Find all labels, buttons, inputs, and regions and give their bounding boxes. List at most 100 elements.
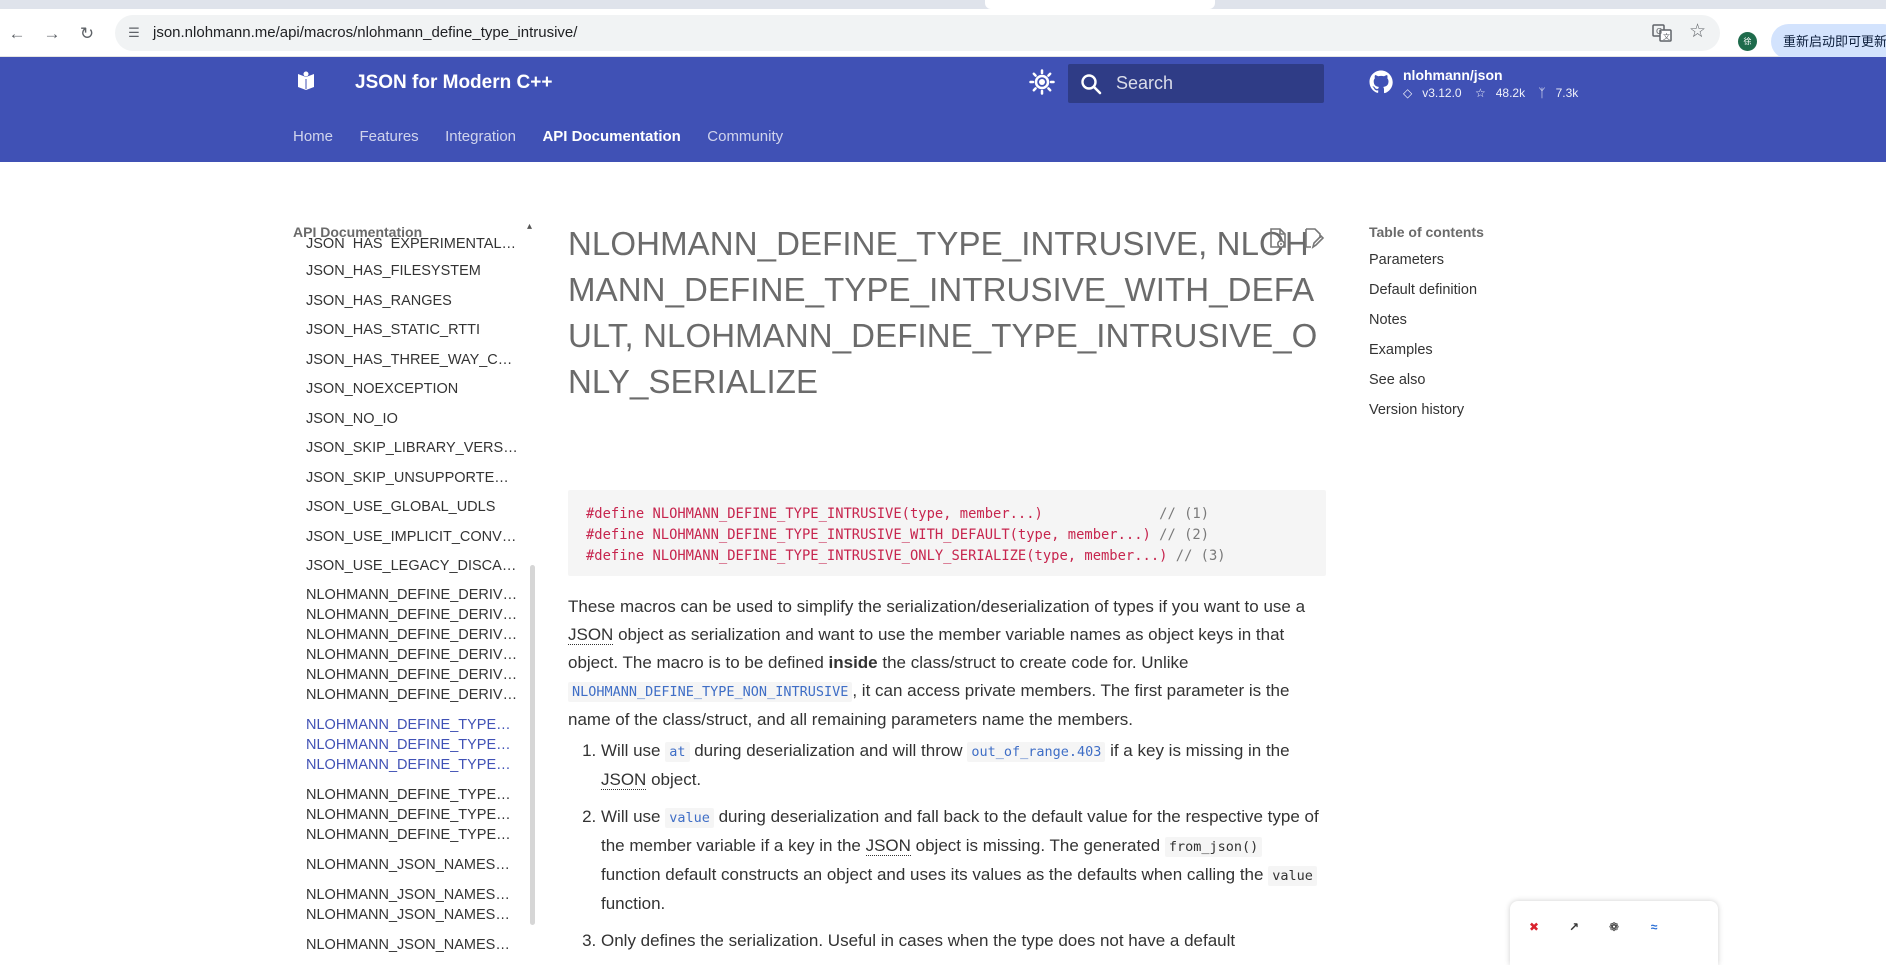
code-line-3: #define NLOHMANN_DEFINE_TYPE_INTRUSIVE_O… [586, 548, 1226, 564]
tag-icon: ◇ [1403, 86, 1413, 100]
repo-version: v3.12.0 [1422, 86, 1462, 100]
translate-icon[interactable]: G 文 [1652, 23, 1672, 43]
sidebar-nav-item[interactable]: NLOHMANN_JSON_NAMESPACE [306, 857, 518, 873]
browser-update-button[interactable]: 重新启动即可更新 [1771, 24, 1886, 59]
address-bar[interactable]: ☰ json.nlohmann.me/api/macros/nlohmann_d… [115, 15, 1720, 51]
bookmark-star-icon[interactable]: ☆ [1689, 22, 1706, 42]
sidebar-nav-item[interactable]: JSON_HAS_THREE_WAY_COMPARISON [306, 352, 518, 368]
signature-code-block[interactable]: #define NLOHMANN_DEFINE_TYPE_INTRUSIVE(t… [568, 490, 1326, 576]
sidebar-nav-item[interactable]: NLOHMANN_DEFINE_TYPE_NON_INTRUSIVE_ONLY_… [306, 827, 518, 843]
toc-item-see-also[interactable]: See also [1369, 370, 1569, 400]
value-code: value [1268, 866, 1317, 886]
view-source-icon[interactable] [1266, 227, 1290, 251]
sidebar-nav-item[interactable]: JSON_NO_IO [306, 411, 518, 427]
search-input[interactable] [1116, 64, 1316, 103]
profile-avatar[interactable]: 徐 [1738, 32, 1757, 51]
sidebar-nav-item[interactable]: JSON_USE_GLOBAL_UDLS [306, 499, 518, 515]
svg-text:G: G [1656, 27, 1662, 36]
toc-title: Table of contents [1369, 224, 1484, 240]
sidebar-nav-item[interactable]: JSON_HAS_RANGES [306, 293, 518, 309]
reload-icon[interactable]: ↻ [76, 23, 98, 45]
macro-variants-list: Will use at during deserialization and w… [568, 737, 1326, 964]
sidebar-nav-item[interactable]: NLOHMANN_JSON_NAMESPACE_END [306, 907, 518, 923]
site-title[interactable]: JSON for Modern C++ [355, 72, 552, 94]
list-item: Will use value during deserialization an… [601, 803, 1326, 918]
tab-features[interactable]: Features [359, 128, 418, 145]
sidebar-nav-item[interactable]: JSON_HAS_FILESYSTEM [306, 263, 518, 279]
toc-item-default-definition[interactable]: Default definition [1369, 280, 1569, 310]
sidebar-nav-item[interactable]: JSON_USE_IMPLICIT_CONVERSIONS [306, 529, 518, 545]
code-line-2: #define NLOHMANN_DEFINE_TYPE_INTRUSIVE_W… [586, 527, 1209, 543]
site-header: JSON for Modern C++ nlohmann/json ◇ v3.12… [0, 57, 1886, 162]
sidebar-nav-item[interactable]: NLOHMANN_JSON_NAMESPACE_BEGIN [306, 887, 518, 903]
toc-item-parameters[interactable]: Parameters [1369, 250, 1569, 280]
repo-name: nlohmann/json [1403, 67, 1503, 83]
forward-icon[interactable]: → [41, 23, 63, 45]
list-item: Will use at during deserialization and w… [601, 737, 1326, 794]
table-of-contents: Table of contents Parameters Default def… [1369, 221, 1569, 430]
tab-api-documentation[interactable]: API Documentation [542, 128, 680, 145]
sidebar-nav-item[interactable]: JSON_SKIP_UNSUPPORTED_COMPILER_CHECK [306, 470, 518, 486]
tab-community[interactable]: Community [707, 128, 783, 145]
list-item: Only defines the serialization. Useful i… [601, 927, 1326, 955]
sidebar-nav-item[interactable]: NLOHMANN_DEFINE_DERIVED_TYPE_INTRUSIVE [306, 587, 518, 603]
sidebar-nav-item[interactable]: JSON_NOEXCEPTION [306, 381, 518, 397]
sidebar-nav-item[interactable]: NLOHMANN_DEFINE_DERIVED_TYPE_INTRUSIVE_W… [306, 607, 518, 623]
sidebar-nav-item[interactable]: NLOHMANN_DEFINE_TYPE_INTRUSIVE [306, 717, 518, 733]
back-icon[interactable]: ← [6, 23, 28, 45]
active-browser-tab[interactable] [985, 0, 1215, 9]
edit-page-icon[interactable] [1301, 227, 1325, 251]
page-title: NLOHMANN_DEFINE_TYPE_INTRUSIVE, NLOHMANN… [568, 225, 1318, 400]
star-icon: ☆ [1474, 86, 1486, 100]
left-navigation: API Documentation ▴ JSON_HAS_EXPERIMENTA… [293, 221, 539, 965]
nav-scrollbar[interactable] [530, 565, 535, 925]
theme-toggle-icon[interactable] [1029, 69, 1055, 95]
sidebar-nav-item[interactable]: JSON_USE_LEGACY_DISCARDED_VALUE_COMPARIS… [306, 558, 518, 574]
at-code-link[interactable]: at [665, 742, 690, 762]
sidebar-nav-item[interactable]: NLOHMANN_DEFINE_TYPE_NON_INTRUSIVE [306, 787, 518, 803]
pdf-tool-icon[interactable]: ✖ [1524, 917, 1544, 937]
sidebar-nav-item[interactable]: JSON_HAS_EXPERIMENTAL_FILESYSTEM [306, 238, 518, 250]
toc-item-notes[interactable]: Notes [1369, 310, 1569, 340]
sidebar-nav-item[interactable]: JSON_SKIP_LIBRARY_VERSION_CHECK [306, 440, 518, 456]
collapse-icon[interactable]: ▴ [527, 221, 532, 232]
sidebar-nav-item[interactable]: NLOHMANN_DEFINE_DERIVED_TYPE_NON_INTRUSI… [306, 687, 518, 703]
non-intrusive-code-link[interactable]: NLOHMANN_DEFINE_TYPE_NON_INTRUSIVE [568, 682, 853, 702]
out-of-range-code-link[interactable]: out_of_range.403 [967, 742, 1106, 762]
search-box[interactable] [1068, 64, 1324, 103]
sidebar-nav-item[interactable]: NLOHMANN_DEFINE_DERIVED_TYPE_INTRUSIVE_O… [306, 627, 518, 643]
site-info-icon[interactable]: ☰ [125, 24, 143, 42]
sidebar-nav-item[interactable]: NLOHMANN_DEFINE_TYPE_INTRUSIVE_WITH_DEFA… [306, 737, 518, 753]
svg-text:文: 文 [1663, 32, 1670, 41]
sidebar-nav-item[interactable]: NLOHMANN_DEFINE_DERIVED_TYPE_NON_INTRUSI… [306, 647, 518, 663]
repo-facts: ◇ v3.12.0 ☆ 48.2k ᛉ 7.3k [1403, 86, 1588, 100]
tab-home[interactable]: Home [293, 128, 333, 145]
toc-item-examples[interactable]: Examples [1369, 340, 1569, 370]
intro-paragraph: These macros can be used to simplify the… [568, 597, 1306, 729]
toc-item-version-history[interactable]: Version history [1369, 400, 1569, 430]
sidebar-nav-item[interactable]: NLOHMANN_DEFINE_TYPE_NON_INTRUSIVE_WITH_… [306, 807, 518, 823]
book-logo-icon[interactable] [294, 70, 318, 94]
browser-tabstrip [0, 0, 1886, 9]
tab-integration[interactable]: Integration [445, 128, 516, 145]
repo-forks: 7.3k [1555, 86, 1579, 100]
floating-toolbar-widget: ✖ ↗ ❁ ≈ [1510, 901, 1718, 965]
url-text[interactable]: json.nlohmann.me/api/macros/nlohmann_def… [153, 24, 577, 41]
from-json-code: from_json() [1164, 837, 1263, 857]
search-icon [1081, 74, 1102, 95]
sidebar-nav-item[interactable]: JSON_HAS_STATIC_RTTI [306, 322, 518, 338]
ai-assistant-icon[interactable]: ❁ [1604, 917, 1624, 937]
site-tabs: Home Features Integration API Documentat… [293, 128, 805, 152]
sidebar-nav-item[interactable]: NLOHMANN_DEFINE_DERIVED_TYPE_NON_INTRUSI… [306, 667, 518, 683]
search-tool-icon[interactable]: ≈ [1644, 917, 1664, 937]
github-icon [1369, 70, 1393, 94]
github-repo-link[interactable]: nlohmann/json ◇ v3.12.0 ☆ 48.2k ᛉ 7.3k [1369, 67, 1589, 103]
value-code-link[interactable]: value [665, 808, 714, 828]
repo-stars: 48.2k [1495, 86, 1526, 100]
browser-toolbar: ← → ↻ ☰ json.nlohmann.me/api/macros/nloh… [0, 9, 1886, 59]
fork-icon: ᛉ [1538, 86, 1546, 100]
json-abbr: JSON [568, 625, 614, 645]
sidebar-nav-item[interactable]: NLOHMANN_DEFINE_TYPE_INTRUSIVE_ONLY_SERI… [306, 757, 518, 773]
sidebar-nav-item[interactable]: NLOHMANN_JSON_NAMESPACE_NO_VERSION [306, 937, 518, 953]
screenshot-tool-icon[interactable]: ↗ [1564, 917, 1584, 937]
